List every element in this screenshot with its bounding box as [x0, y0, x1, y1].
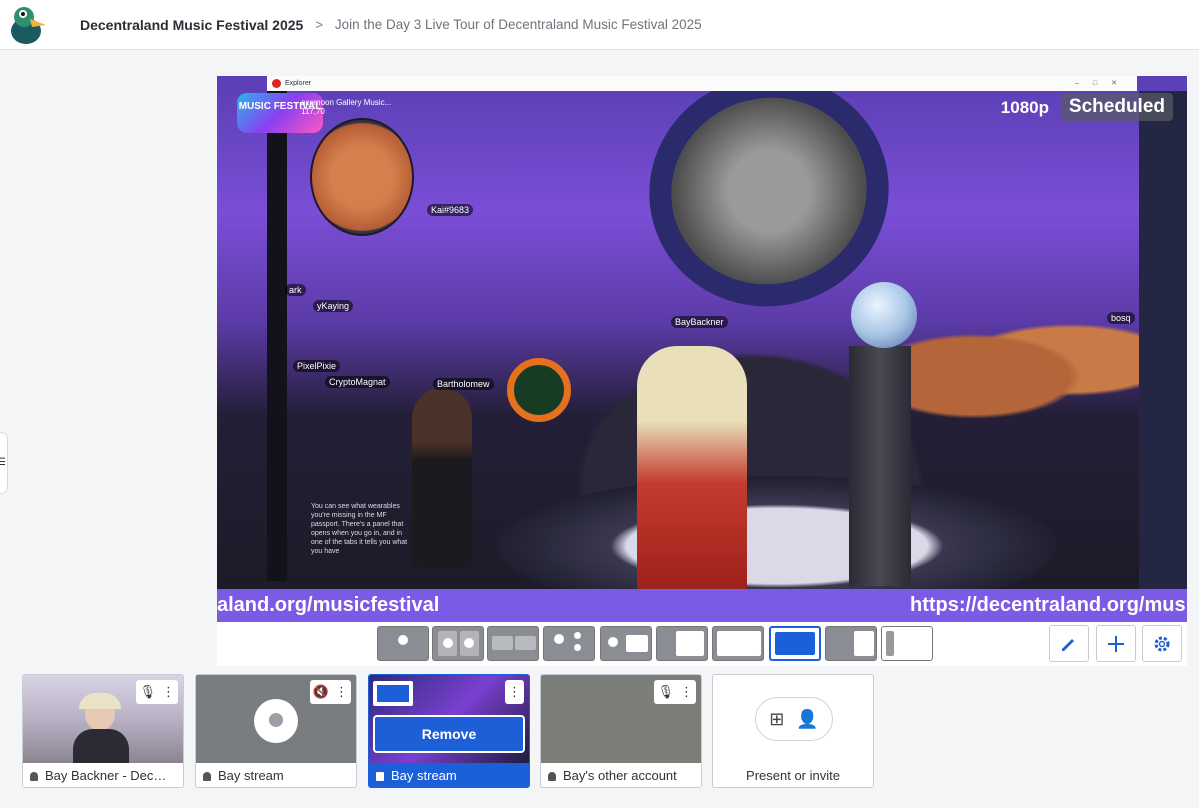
scene-pillar: [849, 346, 911, 586]
add-button[interactable]: [1096, 625, 1136, 662]
avatar-tag: Bartholomew: [433, 378, 494, 390]
avatar-tag: CryptoMagnat: [325, 376, 390, 388]
more-options-icon[interactable]: ⋮: [162, 684, 175, 700]
explorer-app-icon: [272, 79, 281, 88]
participant-tile-active[interactable]: ⋮ Remove Bay stream: [368, 674, 530, 788]
participant-name-label: Bay Backner - Dec…: [23, 763, 183, 787]
tile-controls: ⋮: [505, 680, 524, 704]
explorer-title: Explorer: [285, 80, 312, 87]
layout-two-side[interactable]: [432, 626, 484, 661]
participant-name: Bay stream: [391, 768, 457, 783]
layout-single-speaker[interactable]: [377, 626, 429, 661]
edit-button[interactable]: [1049, 625, 1089, 662]
url-ticker: aland.org/musicfestival https://decentra…: [217, 589, 1187, 622]
duck-logo-icon[interactable]: [6, 3, 50, 47]
chat-message: You can see what wearables you're missin…: [311, 503, 408, 555]
layout-toolbar: [217, 622, 1187, 666]
breadcrumb-page-subtitle: Join the Day 3 Live Tour of Decentraland…: [334, 17, 702, 32]
mic-icon[interactable]: 🎙: [657, 684, 674, 700]
explorer-title-bar: Explorer –□✕: [267, 76, 1137, 91]
scene-avatar-left: [412, 388, 472, 568]
scene-right-strip: [1139, 91, 1187, 591]
url-ticker-right: https://decentraland.org/musi: [910, 594, 1187, 616]
person-icon: [548, 772, 556, 781]
avatar-tag: BayBackner: [671, 316, 728, 328]
add-person-icon[interactable]: 👤: [796, 709, 818, 730]
layout-screen-caption[interactable]: [712, 626, 764, 661]
pencil-icon: [1062, 639, 1074, 651]
quality-indicator: 1080p: [1000, 98, 1049, 117]
tile-controls: 🎙 ⋮: [654, 680, 696, 704]
explorer-sidebar: [267, 91, 287, 581]
avatar-tag: ark: [285, 284, 306, 296]
minimap: [310, 118, 414, 236]
screen-share-icon: [376, 772, 384, 781]
avatar-tag: bosq: [1107, 312, 1135, 324]
remove-button[interactable]: Remove: [373, 715, 525, 753]
participant-tile[interactable]: 🔇 ⋮ Bay stream: [195, 674, 357, 788]
mic-icon[interactable]: 🎙: [139, 684, 156, 700]
participant-tile[interactable]: 🎙 ⋮ Bay's other account: [540, 674, 702, 788]
person-icon: [30, 772, 38, 781]
scene-avatar-main: [637, 346, 747, 596]
layout-two-small[interactable]: [487, 626, 539, 661]
stage-preview: Explorer –□✕ MUSIC FESTIVAL acemoon Gall…: [217, 76, 1187, 622]
breadcrumb-separator: >: [315, 17, 323, 32]
avatar-tag: yKaying: [313, 300, 354, 312]
participant-tile[interactable]: 🎙 ⋮ Bay Backner - Dec…: [22, 674, 184, 788]
participant-name: Bay Backner - Dec…: [45, 768, 167, 783]
screen-share-add-icon[interactable]: ⊞: [769, 709, 784, 730]
participant-name-label: Bay's other account: [541, 763, 701, 787]
url-ticker-left: aland.org/musicfestival: [217, 594, 440, 616]
status-badge: Scheduled: [1060, 93, 1173, 121]
plus-icon: [1108, 636, 1124, 652]
more-options-icon[interactable]: ⋮: [680, 684, 693, 700]
gear-icon: [1154, 636, 1170, 652]
explorer-window-controls: –□✕: [1075, 80, 1131, 87]
location-label: acemoon Gallery Music... 117,70: [301, 98, 391, 116]
participant-name: Bay stream: [218, 768, 284, 783]
more-options-icon[interactable]: ⋮: [508, 684, 521, 700]
person-icon: [203, 772, 211, 781]
participant-name-label: Bay stream: [369, 763, 529, 787]
layout-list-screen[interactable]: [656, 626, 708, 661]
present-or-invite-tile[interactable]: ⊞ 👤 Present or invite: [712, 674, 874, 788]
scene-peace-sign: [507, 358, 571, 422]
breadcrumb-event-title[interactable]: Decentraland Music Festival 2025: [80, 17, 303, 33]
avatar-tag: PixelPixie: [293, 360, 341, 372]
avatar-tag: Kai#9683: [427, 204, 474, 216]
side-panel-toggle[interactable]: ☰: [0, 432, 8, 494]
location-coords: 117,70: [301, 107, 325, 116]
participant-name-label: Bay stream: [196, 763, 356, 787]
present-invite-pill[interactable]: ⊞ 👤: [755, 697, 833, 741]
layout-three-mixed[interactable]: [543, 626, 595, 661]
tile-controls: 🔇 ⋮: [309, 680, 351, 704]
top-bar: Decentraland Music Festival 2025 > Join …: [0, 0, 1199, 50]
present-or-invite-label: Present or invite: [746, 768, 840, 783]
layout-speaker-side-screen[interactable]: [825, 626, 877, 661]
scene-orb: [851, 282, 917, 348]
settings-button[interactable]: [1142, 625, 1182, 662]
more-options-icon[interactable]: ⋮: [335, 684, 348, 700]
participant-name: Bay's other account: [563, 768, 677, 783]
layout-speaker-screen[interactable]: [600, 626, 652, 661]
layout-full-screen[interactable]: [769, 626, 821, 661]
avatar: [254, 699, 298, 743]
layout-list-side-screen[interactable]: [881, 626, 933, 661]
location-name: acemoon Gallery Music...: [301, 98, 392, 107]
mic-muted-icon[interactable]: 🔇: [313, 684, 329, 700]
tile-controls: 🎙 ⋮: [136, 680, 178, 704]
side-panel-icon: ☰: [0, 457, 6, 468]
